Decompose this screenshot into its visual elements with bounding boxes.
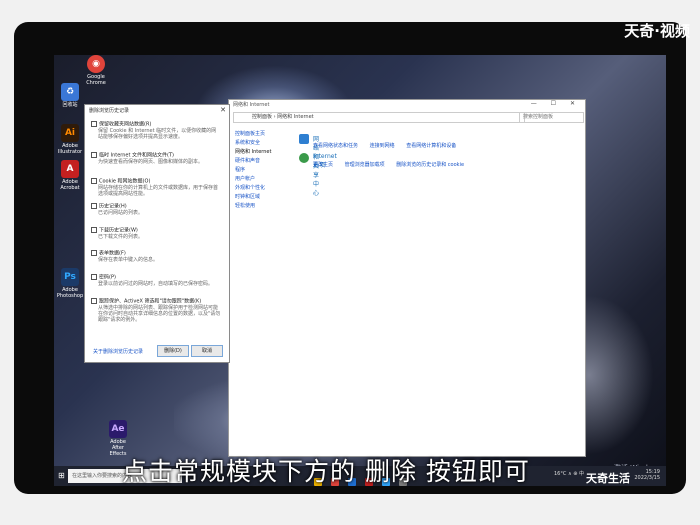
delete-history-dialog[interactable]: 删除浏览历史记录 ✕ 保留收藏夹网站数据(R) 保留 Cookie 和 Inte… (84, 104, 230, 363)
acrobat-icon: A (61, 160, 79, 178)
control-panel-sidebar: 控制面板主页 系统和安全 网络和 Internet 硬件和声音 程序 用户帐户 … (235, 130, 271, 211)
network-icon (299, 134, 309, 144)
control-panel-window[interactable]: 网络和 Internet — ☐ ✕ 控制面板 › 网络和 Internet 搜… (228, 99, 586, 457)
recycle-bin-icon: ♻ (61, 83, 79, 101)
globe-icon (299, 153, 309, 163)
desktop-icon-recycle-bin[interactable]: ♻ 回收站 (56, 83, 84, 108)
checkbox[interactable] (91, 298, 97, 304)
link-view-network-status[interactable]: 查看网络状态和任务 (313, 143, 358, 149)
checkbox[interactable] (91, 121, 97, 127)
brand-logo: 天奇生活 (586, 472, 630, 485)
video-subtitle: 点击常规模块下方的 删除 按钮即可 (122, 457, 530, 486)
close-icon[interactable]: ✕ (220, 106, 226, 114)
checkbox[interactable] (91, 203, 97, 209)
address-bar[interactable]: 控制面板 › 网络和 Internet (233, 112, 525, 123)
sidebar-item-ease-of-access[interactable]: 轻松使用 (235, 202, 271, 211)
monitor-frame: ♻ 回收站 ◉ Google Chrome A Adobe Acrobat Ps… (14, 22, 686, 494)
after-effects-icon: Ae (109, 420, 127, 438)
cancel-button[interactable]: 取消 (191, 345, 223, 357)
sidebar-item-hardware[interactable]: 硬件和声音 (235, 157, 271, 166)
desktop-icon-illustrator[interactable]: Ai Adobe Illustrator (56, 124, 84, 155)
illustrator-icon: Ai (61, 124, 79, 142)
window-controls[interactable]: — ☐ ✕ (531, 100, 581, 107)
dialog-titlebar: 删除浏览历史记录 ✕ (85, 105, 229, 119)
sidebar-item-home[interactable]: 控制面板主页 (235, 130, 271, 139)
chrome-icon: ◉ (87, 55, 105, 73)
windows-start-icon[interactable]: ⊞ (58, 471, 67, 480)
delete-button[interactable]: 删除(D) (157, 345, 189, 357)
sidebar-item-user-accounts[interactable]: 用户帐户 (235, 175, 271, 184)
watermark-logo: 天奇·视频 (624, 22, 690, 40)
section-links: 更改主页 管理浏览器加载项 删除浏览的历史记录和 cookie (313, 161, 474, 168)
desktop-icon-photoshop[interactable]: Ps Adobe Photoshop (56, 268, 84, 299)
sidebar-item-clock-region[interactable]: 时钟和区域 (235, 193, 271, 202)
link-change-homepage[interactable]: 更改主页 (313, 162, 333, 168)
system-tray[interactable]: 16°C ∧ ⊕ 中 (554, 470, 584, 477)
option-preserve-favorites[interactable]: 保留收藏夹网站数据(R) 保留 Cookie 和 Internet 临时文件，以… (91, 121, 221, 140)
desktop-icon-acrobat[interactable]: A Adobe Acrobat (56, 160, 84, 191)
desktop-screen: ♻ 回收站 ◉ Google Chrome A Adobe Acrobat Ps… (54, 55, 666, 486)
desktop-icon-chrome[interactable]: ◉ Google Chrome (82, 55, 110, 86)
taskbar-clock[interactable]: 15:19 2022/3/15 (634, 469, 660, 481)
link-delete-history[interactable]: 删除浏览的历史记录和 cookie (396, 162, 464, 168)
option-tracking-protection[interactable]: 跟踪保护、ActiveX 筛选和"请勿跟踪"数据(K) 从筛选中排除的网站列表、… (91, 298, 221, 323)
checkbox[interactable] (91, 152, 97, 158)
clock-date: 2022/3/15 (634, 475, 660, 481)
dialog-title: 删除浏览历史记录 (89, 108, 130, 114)
option-form-data[interactable]: 表单数据(F) 保存在表单中键入的信息。 (91, 250, 221, 263)
option-cookies[interactable]: Cookie 和网站数据(O) 网站存储在你的计算机上的文件或数据库，用于保存首… (91, 178, 221, 197)
sidebar-item-system-security[interactable]: 系统和安全 (235, 139, 271, 148)
control-panel-titlebar: 网络和 Internet — ☐ ✕ (229, 100, 585, 111)
option-download-history[interactable]: 下载历史记录(W) 已下载文件的列表。 (91, 227, 221, 240)
about-delete-history-link[interactable]: 关于删除浏览历史记录 (93, 348, 143, 355)
search-input[interactable]: 搜索控制面板 (519, 112, 584, 123)
option-temp-files[interactable]: 临时 Internet 文件和网站文件(T) 为快速查看而保存的网页、图像和媒体… (91, 152, 221, 165)
link-manage-addons[interactable]: 管理浏览器加载项 (345, 162, 385, 168)
window-title: 网络和 Internet (233, 102, 270, 108)
checkbox[interactable] (91, 227, 97, 233)
sidebar-item-programs[interactable]: 程序 (235, 166, 271, 175)
sidebar-item-network[interactable]: 网络和 Internet (235, 148, 271, 157)
photoshop-icon: Ps (61, 268, 79, 286)
link-view-devices[interactable]: 查看网络计算机和设备 (406, 143, 456, 149)
checkbox[interactable] (91, 274, 97, 280)
section-links: 查看网络状态和任务 连接到网络 查看网络计算机和设备 (313, 142, 466, 149)
option-history[interactable]: 历史记录(H) 已访问网站的列表。 (91, 203, 221, 216)
link-connect-network[interactable]: 连接到网络 (370, 143, 395, 149)
checkbox[interactable] (91, 250, 97, 256)
sidebar-item-appearance[interactable]: 外观和个性化 (235, 184, 271, 193)
checkbox[interactable] (91, 178, 97, 184)
option-passwords[interactable]: 密码(P) 登录以前访问过的网站时，自动填写的已保存密码。 (91, 274, 221, 287)
